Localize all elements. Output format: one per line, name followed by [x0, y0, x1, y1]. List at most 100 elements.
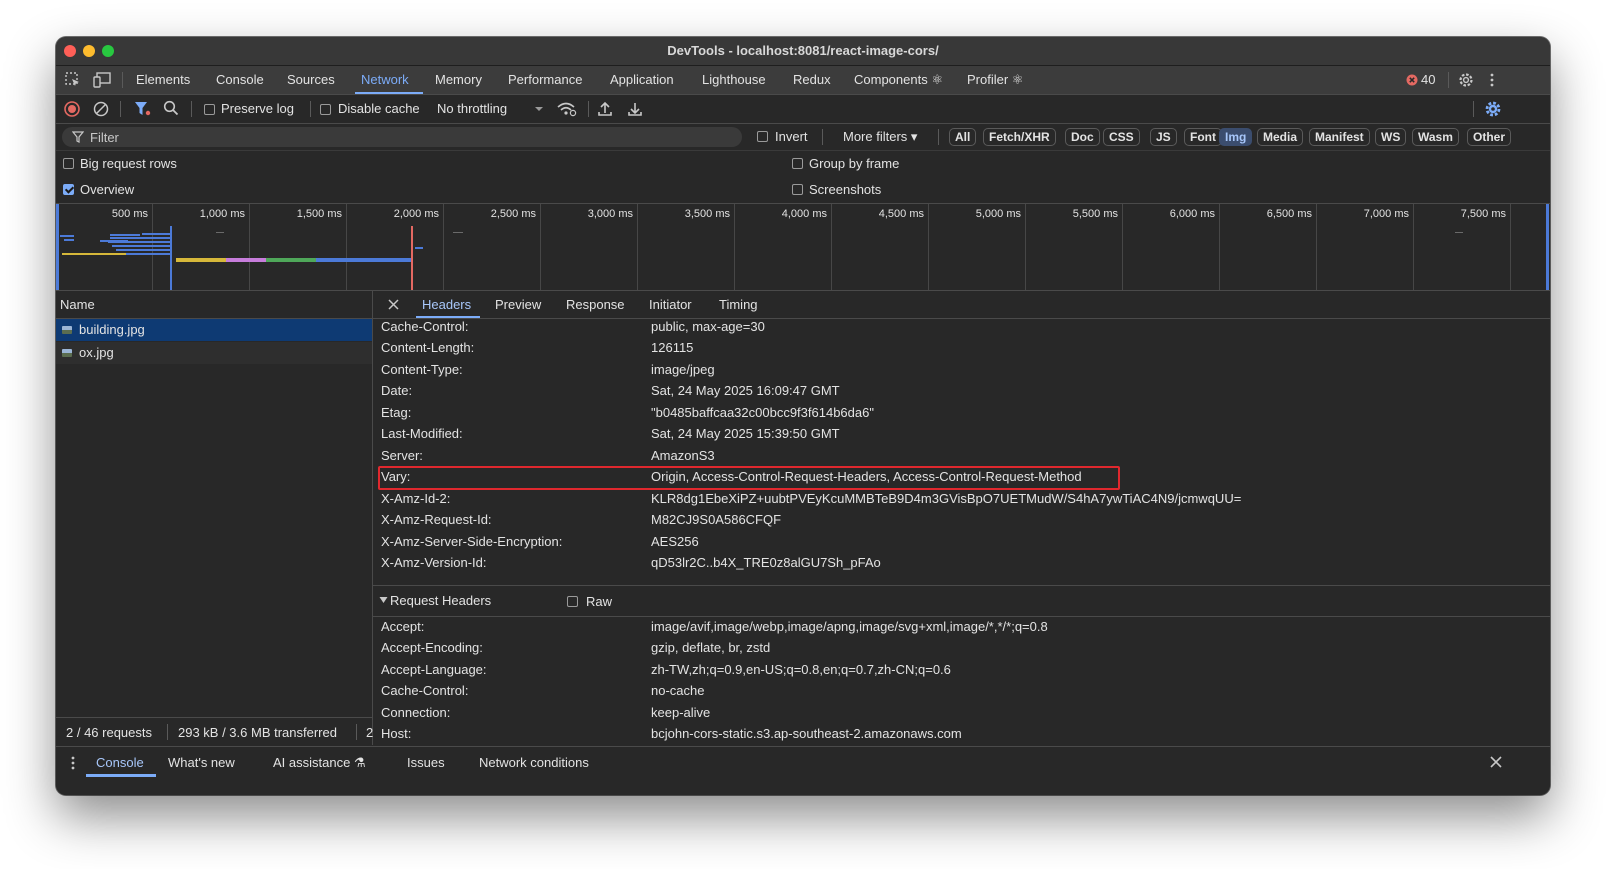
overview-tick-label: 7,500 ms	[1460, 208, 1506, 220]
tab-redux[interactable]: Redux	[793, 72, 831, 87]
drawer-tab-network-conditions[interactable]: Network conditions	[479, 755, 589, 770]
header-row: X-Amz-Version-Id: qD53lr2C..b4X_TRE0z8alG…	[373, 553, 1550, 574]
filter-chip-fetch-xhr[interactable]: Fetch/XHR	[983, 128, 1056, 146]
group-by-frame-label: Group by frame	[809, 156, 900, 171]
header-row: Cache-Control: public, max-age=30	[373, 317, 1550, 338]
screenshots-checkbox[interactable]	[792, 184, 803, 195]
raw-checkbox[interactable]	[567, 596, 578, 607]
drawer-tab-what-s-new[interactable]: What's new	[168, 755, 235, 770]
filter-chip-wasm[interactable]: Wasm	[1412, 128, 1459, 146]
export-har-icon[interactable]	[627, 100, 643, 118]
overview-tick-label: 5,500 ms	[1072, 208, 1118, 220]
throttling-select[interactable]: No throttling	[437, 101, 507, 116]
settings-gear-icon[interactable]	[1457, 71, 1475, 89]
triangle-down-icon[interactable]	[379, 596, 388, 604]
tab-application[interactable]: Application	[610, 72, 674, 87]
tab-console[interactable]: Console	[216, 72, 264, 87]
request-row[interactable]: building.jpg	[56, 319, 372, 341]
overview-tick-label: 1,500 ms	[296, 208, 342, 220]
disable-cache-checkbox[interactable]	[320, 104, 331, 115]
error-count[interactable]: 40	[1421, 72, 1435, 87]
close-drawer-icon[interactable]	[1490, 756, 1502, 768]
search-icon[interactable]	[163, 100, 179, 116]
header-row: X-Amz-Id-2: KLR8dg1EbeXiPZ+uubtPVEyKcuMMB…	[373, 489, 1550, 510]
filter-chip-ws[interactable]: WS	[1375, 128, 1407, 146]
filter-chip-manifest[interactable]: Manifest	[1309, 128, 1370, 146]
network-overview[interactable]: 500 ms 1,000 ms 1,500 ms 2,000 ms 2,500 ms 3,…	[56, 204, 1550, 291]
close-icon[interactable]	[388, 299, 399, 310]
request-name: building.jpg	[79, 322, 145, 337]
image-file-icon	[62, 349, 72, 357]
network-conditions-icon[interactable]	[556, 100, 578, 118]
request-count: 2 / 46 requests	[66, 725, 152, 740]
request-headers-section-header[interactable]: Request Headers Raw	[373, 585, 1550, 617]
overview-right-handle[interactable]	[1546, 204, 1549, 290]
drawer-tab-ai-assistance[interactable]: AI assistance ⚗	[273, 755, 366, 771]
drawer-tab-console[interactable]: Console	[96, 755, 144, 770]
tab-profiler[interactable]: Profiler ⚛	[967, 72, 1023, 88]
tab-components[interactable]: Components ⚛	[854, 72, 943, 88]
overview-tick-label: 6,500 ms	[1266, 208, 1312, 220]
request-list-header[interactable]: Name	[56, 291, 372, 319]
overview-checkbox[interactable]	[63, 184, 74, 195]
details-tab-headers[interactable]: Headers	[422, 297, 471, 312]
timeline-bar	[1455, 232, 1463, 233]
inspect-element-icon[interactable]	[64, 71, 82, 89]
import-har-icon[interactable]	[597, 100, 613, 118]
details-tab-initiator[interactable]: Initiator	[649, 297, 692, 312]
preserve-log-checkbox[interactable]	[204, 104, 215, 115]
details-tab-timing[interactable]: Timing	[719, 297, 758, 312]
more-options-icon[interactable]	[1488, 71, 1496, 89]
overview-tick-label: 1,000 ms	[199, 208, 245, 220]
header-name: Accept-Encoding:	[381, 640, 483, 656]
tab-sources[interactable]: Sources	[287, 72, 335, 87]
drawer-tab-issues[interactable]: Issues	[407, 755, 445, 770]
name-column-header[interactable]: Name	[60, 297, 95, 312]
vary-header-highlight	[378, 466, 1120, 490]
filter-chip-all[interactable]: All	[949, 128, 977, 146]
details-tab-preview[interactable]: Preview	[495, 297, 541, 312]
tab-memory[interactable]: Memory	[435, 72, 482, 87]
clear-icon[interactable]	[93, 101, 109, 117]
details-tab-response[interactable]: Response	[566, 297, 625, 312]
tab-network[interactable]: Network	[361, 72, 409, 87]
header-row: X-Amz-Request-Id: M82CJ9S0A586CFQF	[373, 510, 1550, 531]
device-toolbar-icon[interactable]	[93, 71, 113, 89]
filter-chip-font[interactable]: Font	[1184, 128, 1222, 146]
tab-elements[interactable]: Elements	[136, 72, 190, 87]
network-toolbar: Preserve log Disable cache No throttling	[56, 95, 1550, 124]
tab-performance[interactable]: Performance	[508, 72, 582, 87]
filter-chip-media[interactable]: Media	[1257, 128, 1304, 146]
header-row: Host: bcjohn-cors-static.s3.ap-southeast-…	[373, 724, 1550, 745]
more-filters-button[interactable]: More filters ▾	[843, 129, 917, 145]
overview-gridline	[152, 204, 153, 290]
filter-chip-js[interactable]: JS	[1150, 128, 1177, 146]
overview-left-handle[interactable]	[56, 204, 59, 290]
overview-gridline	[1413, 204, 1414, 290]
overview-tick-label: 4,000 ms	[781, 208, 827, 220]
group-by-frame-checkbox[interactable]	[792, 158, 803, 169]
window-title: DevTools - localhost:8081/react-image-co…	[667, 43, 939, 58]
overview-tick-label: 2,000 ms	[393, 208, 439, 220]
header-name: Host:	[381, 726, 412, 742]
stop-recording-icon[interactable]	[64, 101, 80, 117]
filter-chip-other[interactable]: Other	[1467, 128, 1512, 146]
filter-chip-css[interactable]: CSS	[1103, 128, 1140, 146]
request-row[interactable]: ox.jpg	[56, 342, 372, 364]
drawer-menu-icon[interactable]	[70, 755, 76, 771]
overview-gridline	[928, 204, 929, 290]
header-row: Etag: "b0485baffcaa32c00bcc9f3f614b6da6"	[373, 403, 1550, 424]
filter-icon[interactable]	[134, 101, 152, 117]
network-settings-gear-icon[interactable]	[1483, 99, 1503, 119]
timeline-bar	[64, 239, 74, 241]
filter-chip-doc[interactable]: Doc	[1065, 128, 1100, 146]
filter-input[interactable]: Filter	[62, 127, 742, 147]
big-request-rows-checkbox[interactable]	[63, 158, 74, 169]
header-name: Etag:	[381, 404, 412, 420]
filter-chip-img[interactable]: Img	[1219, 128, 1253, 146]
overview-gridline	[831, 204, 832, 290]
invert-checkbox[interactable]	[757, 131, 768, 142]
header-name: X-Amz-Server-Side-Encryption:	[381, 533, 563, 549]
tab-lighthouse[interactable]: Lighthouse	[702, 72, 766, 87]
header-value: M82CJ9S0A586CFQF	[651, 512, 782, 528]
